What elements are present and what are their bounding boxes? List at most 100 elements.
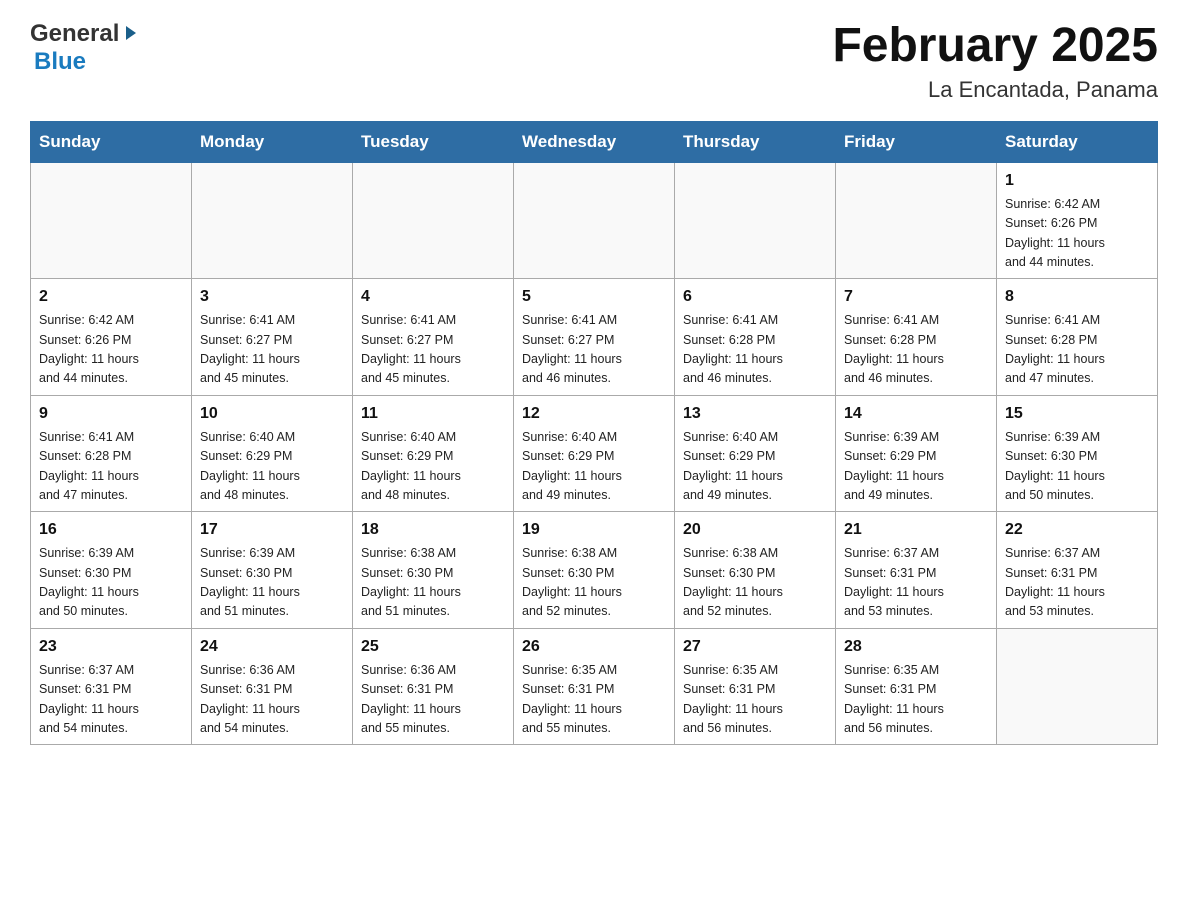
table-row: 16Sunrise: 6:39 AM Sunset: 6:30 PM Dayli…: [31, 512, 192, 629]
day-number: 8: [1005, 285, 1149, 309]
day-info: Sunrise: 6:39 AM Sunset: 6:29 PM Dayligh…: [844, 428, 988, 506]
table-row: 28Sunrise: 6:35 AM Sunset: 6:31 PM Dayli…: [836, 628, 997, 745]
day-info: Sunrise: 6:41 AM Sunset: 6:28 PM Dayligh…: [683, 311, 827, 389]
table-row: [675, 162, 836, 279]
table-row: 6Sunrise: 6:41 AM Sunset: 6:28 PM Daylig…: [675, 279, 836, 396]
weekday-header-row: SundayMondayTuesdayWednesdayThursdayFrid…: [31, 121, 1158, 162]
day-info: Sunrise: 6:36 AM Sunset: 6:31 PM Dayligh…: [361, 661, 505, 739]
day-number: 27: [683, 635, 827, 659]
table-row: [836, 162, 997, 279]
table-row: 24Sunrise: 6:36 AM Sunset: 6:31 PM Dayli…: [192, 628, 353, 745]
day-info: Sunrise: 6:37 AM Sunset: 6:31 PM Dayligh…: [39, 661, 183, 739]
table-row: 12Sunrise: 6:40 AM Sunset: 6:29 PM Dayli…: [514, 395, 675, 512]
table-row: 26Sunrise: 6:35 AM Sunset: 6:31 PM Dayli…: [514, 628, 675, 745]
day-number: 20: [683, 518, 827, 542]
table-row: 11Sunrise: 6:40 AM Sunset: 6:29 PM Dayli…: [353, 395, 514, 512]
month-title: February 2025: [832, 20, 1158, 73]
day-info: Sunrise: 6:38 AM Sunset: 6:30 PM Dayligh…: [683, 544, 827, 622]
header-wednesday: Wednesday: [514, 121, 675, 162]
day-info: Sunrise: 6:42 AM Sunset: 6:26 PM Dayligh…: [39, 311, 183, 389]
day-number: 3: [200, 285, 344, 309]
day-info: Sunrise: 6:41 AM Sunset: 6:27 PM Dayligh…: [200, 311, 344, 389]
day-number: 6: [683, 285, 827, 309]
table-row: 27Sunrise: 6:35 AM Sunset: 6:31 PM Dayli…: [675, 628, 836, 745]
table-row: [514, 162, 675, 279]
day-number: 11: [361, 402, 505, 426]
day-number: 12: [522, 402, 666, 426]
day-info: Sunrise: 6:35 AM Sunset: 6:31 PM Dayligh…: [683, 661, 827, 739]
calendar-header: SundayMondayTuesdayWednesdayThursdayFrid…: [31, 121, 1158, 162]
day-info: Sunrise: 6:38 AM Sunset: 6:30 PM Dayligh…: [522, 544, 666, 622]
table-row: [31, 162, 192, 279]
day-info: Sunrise: 6:40 AM Sunset: 6:29 PM Dayligh…: [361, 428, 505, 506]
table-row: 18Sunrise: 6:38 AM Sunset: 6:30 PM Dayli…: [353, 512, 514, 629]
day-number: 15: [1005, 402, 1149, 426]
table-row: 20Sunrise: 6:38 AM Sunset: 6:30 PM Dayli…: [675, 512, 836, 629]
day-info: Sunrise: 6:37 AM Sunset: 6:31 PM Dayligh…: [844, 544, 988, 622]
day-info: Sunrise: 6:42 AM Sunset: 6:26 PM Dayligh…: [1005, 195, 1149, 273]
calendar-table: SundayMondayTuesdayWednesdayThursdayFrid…: [30, 121, 1158, 746]
logo-general-text: General: [30, 20, 119, 48]
day-info: Sunrise: 6:36 AM Sunset: 6:31 PM Dayligh…: [200, 661, 344, 739]
day-number: 24: [200, 635, 344, 659]
calendar-body: 1Sunrise: 6:42 AM Sunset: 6:26 PM Daylig…: [31, 162, 1158, 745]
week-row-3: 9Sunrise: 6:41 AM Sunset: 6:28 PM Daylig…: [31, 395, 1158, 512]
day-info: Sunrise: 6:39 AM Sunset: 6:30 PM Dayligh…: [200, 544, 344, 622]
table-row: 4Sunrise: 6:41 AM Sunset: 6:27 PM Daylig…: [353, 279, 514, 396]
day-number: 9: [39, 402, 183, 426]
header-thursday: Thursday: [675, 121, 836, 162]
table-row: 5Sunrise: 6:41 AM Sunset: 6:27 PM Daylig…: [514, 279, 675, 396]
week-row-5: 23Sunrise: 6:37 AM Sunset: 6:31 PM Dayli…: [31, 628, 1158, 745]
table-row: 8Sunrise: 6:41 AM Sunset: 6:28 PM Daylig…: [997, 279, 1158, 396]
week-row-2: 2Sunrise: 6:42 AM Sunset: 6:26 PM Daylig…: [31, 279, 1158, 396]
logo-blue-text: Blue: [34, 48, 86, 75]
day-number: 5: [522, 285, 666, 309]
day-number: 7: [844, 285, 988, 309]
location-title: La Encantada, Panama: [832, 77, 1158, 103]
week-row-4: 16Sunrise: 6:39 AM Sunset: 6:30 PM Dayli…: [31, 512, 1158, 629]
table-row: 2Sunrise: 6:42 AM Sunset: 6:26 PM Daylig…: [31, 279, 192, 396]
table-row: 3Sunrise: 6:41 AM Sunset: 6:27 PM Daylig…: [192, 279, 353, 396]
day-info: Sunrise: 6:41 AM Sunset: 6:28 PM Dayligh…: [1005, 311, 1149, 389]
day-number: 1: [1005, 169, 1149, 193]
day-info: Sunrise: 6:37 AM Sunset: 6:31 PM Dayligh…: [1005, 544, 1149, 622]
table-row: 7Sunrise: 6:41 AM Sunset: 6:28 PM Daylig…: [836, 279, 997, 396]
day-number: 13: [683, 402, 827, 426]
header-sunday: Sunday: [31, 121, 192, 162]
logo: General Blue: [30, 20, 140, 76]
table-row: 10Sunrise: 6:40 AM Sunset: 6:29 PM Dayli…: [192, 395, 353, 512]
table-row: [997, 628, 1158, 745]
header-tuesday: Tuesday: [353, 121, 514, 162]
day-number: 14: [844, 402, 988, 426]
table-row: 14Sunrise: 6:39 AM Sunset: 6:29 PM Dayli…: [836, 395, 997, 512]
header-saturday: Saturday: [997, 121, 1158, 162]
day-number: 10: [200, 402, 344, 426]
day-number: 16: [39, 518, 183, 542]
day-info: Sunrise: 6:41 AM Sunset: 6:27 PM Dayligh…: [522, 311, 666, 389]
day-number: 17: [200, 518, 344, 542]
day-info: Sunrise: 6:40 AM Sunset: 6:29 PM Dayligh…: [683, 428, 827, 506]
day-info: Sunrise: 6:35 AM Sunset: 6:31 PM Dayligh…: [844, 661, 988, 739]
header-friday: Friday: [836, 121, 997, 162]
day-info: Sunrise: 6:35 AM Sunset: 6:31 PM Dayligh…: [522, 661, 666, 739]
table-row: [353, 162, 514, 279]
day-number: 28: [844, 635, 988, 659]
week-row-1: 1Sunrise: 6:42 AM Sunset: 6:26 PM Daylig…: [31, 162, 1158, 279]
table-row: 15Sunrise: 6:39 AM Sunset: 6:30 PM Dayli…: [997, 395, 1158, 512]
logo-arrow-icon: [122, 24, 140, 47]
day-number: 22: [1005, 518, 1149, 542]
day-info: Sunrise: 6:41 AM Sunset: 6:27 PM Dayligh…: [361, 311, 505, 389]
day-number: 23: [39, 635, 183, 659]
day-info: Sunrise: 6:39 AM Sunset: 6:30 PM Dayligh…: [39, 544, 183, 622]
day-number: 19: [522, 518, 666, 542]
table-row: 19Sunrise: 6:38 AM Sunset: 6:30 PM Dayli…: [514, 512, 675, 629]
day-info: Sunrise: 6:41 AM Sunset: 6:28 PM Dayligh…: [39, 428, 183, 506]
day-number: 21: [844, 518, 988, 542]
day-number: 4: [361, 285, 505, 309]
table-row: 1Sunrise: 6:42 AM Sunset: 6:26 PM Daylig…: [997, 162, 1158, 279]
day-number: 18: [361, 518, 505, 542]
table-row: 25Sunrise: 6:36 AM Sunset: 6:31 PM Dayli…: [353, 628, 514, 745]
day-number: 25: [361, 635, 505, 659]
day-number: 26: [522, 635, 666, 659]
day-info: Sunrise: 6:40 AM Sunset: 6:29 PM Dayligh…: [200, 428, 344, 506]
